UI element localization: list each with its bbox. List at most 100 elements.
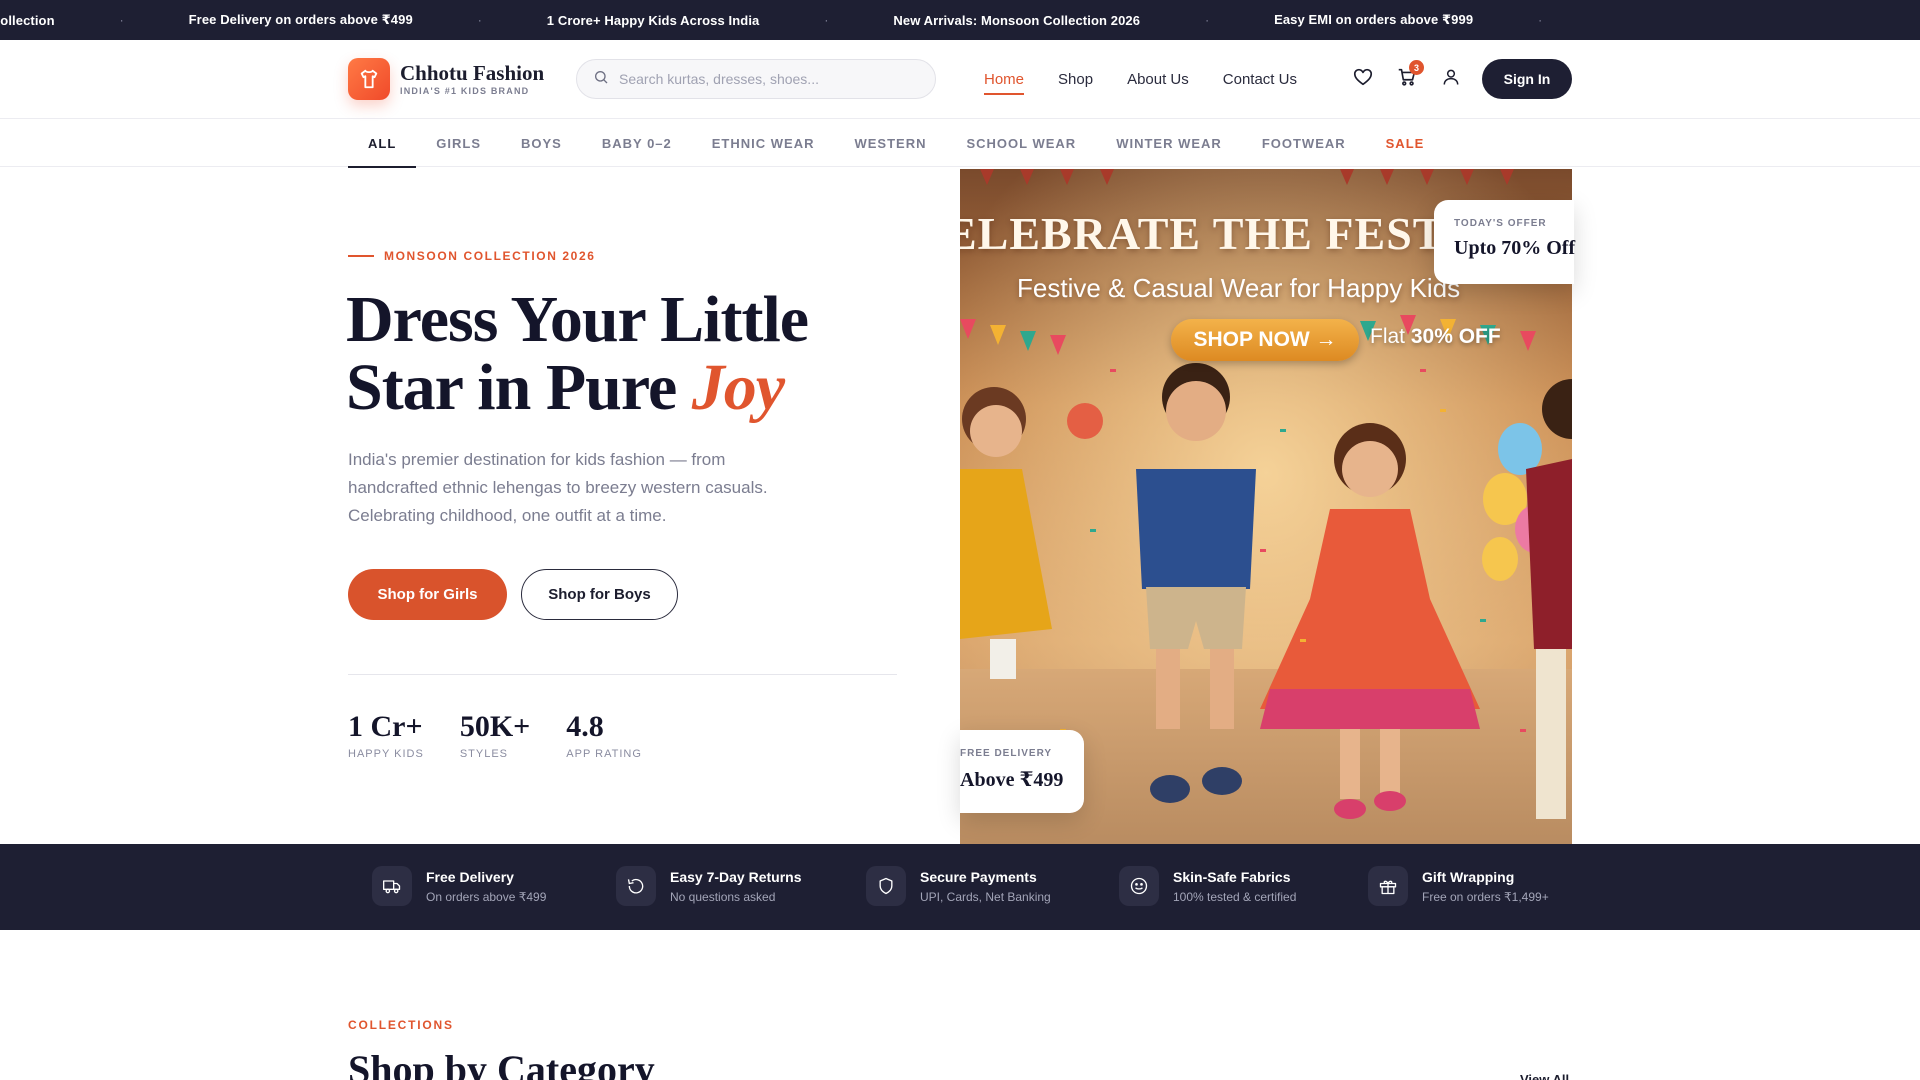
main-nav: Home Shop About Us Contact Us bbox=[984, 40, 1331, 119]
hero-divider bbox=[348, 674, 897, 675]
feature-text: Secure Payments UPI, Cards, Net Banking bbox=[920, 869, 1051, 904]
hero-title-accent: Joy bbox=[691, 351, 785, 424]
banner-offer-prefix: Flat bbox=[1370, 325, 1411, 348]
smile-icon bbox=[1119, 866, 1159, 906]
heart-icon bbox=[1352, 66, 1374, 93]
brand-logo[interactable]: Chhotu Fashion INDIA'S #1 KIDS BRAND bbox=[348, 58, 544, 100]
nav-shop[interactable]: Shop bbox=[1058, 71, 1093, 88]
shop-for-boys-button[interactable]: Shop for Boys bbox=[521, 569, 678, 620]
feature-title: Easy 7-Day Returns bbox=[670, 868, 802, 885]
site-header: Chhotu Fashion INDIA'S #1 KIDS BRAND Hom… bbox=[0, 40, 1920, 119]
collections-eyebrow: COLLECTIONS bbox=[348, 1018, 454, 1032]
announcement-separator: · bbox=[1205, 13, 1210, 27]
shop-for-girls-button[interactable]: Shop for Girls bbox=[348, 569, 507, 620]
stat-app-rating: 4.8 APP RATING bbox=[566, 710, 642, 760]
collections-title: Shop by Category bbox=[348, 1047, 655, 1080]
cart-button[interactable]: 3 bbox=[1394, 60, 1424, 92]
hero-title: Dress Your Little Star in Pure Joy bbox=[346, 286, 906, 422]
delivery-card-value: Above ₹499 bbox=[960, 769, 1064, 791]
feature-text: Free Delivery On orders above ₹499 bbox=[426, 869, 546, 904]
view-all-link[interactable]: View All bbox=[1520, 1072, 1569, 1080]
stat-label: STYLES bbox=[459, 748, 509, 760]
feature-easy-returns: Easy 7-Day Returns No questions asked bbox=[616, 866, 802, 906]
category-tab-girls[interactable]: GIRLS bbox=[416, 119, 501, 167]
category-tab-sale[interactable]: SALE bbox=[1366, 119, 1445, 167]
eyebrow-line bbox=[348, 255, 374, 257]
feature-text: Skin-Safe Fabrics 100% tested & certifie… bbox=[1173, 869, 1296, 904]
todays-offer-card: TODAY'S OFFER Upto 70% Off bbox=[1434, 200, 1576, 284]
category-tab-all[interactable]: ALL bbox=[348, 119, 417, 168]
stat-value: 4.8 bbox=[566, 710, 604, 743]
search-input[interactable] bbox=[619, 71, 919, 87]
feature-subtitle: On orders above ₹499 bbox=[426, 889, 547, 904]
tshirt-icon bbox=[348, 58, 390, 100]
feature-subtitle: No questions asked bbox=[670, 889, 776, 904]
account-button[interactable] bbox=[1438, 66, 1464, 92]
brand-name: Chhotu Fashion bbox=[400, 61, 545, 85]
feature-text: Gift Wrapping Free on orders ₹1,499+ bbox=[1422, 869, 1549, 904]
feature-subtitle: UPI, Cards, Net Banking bbox=[920, 889, 1051, 904]
feature-title: Gift Wrapping bbox=[1422, 868, 1515, 885]
announcement-item: New Arrivals: Monsoon Collection 2026 bbox=[893, 12, 1141, 28]
category-tab-western[interactable]: WESTERN bbox=[834, 119, 946, 167]
feature-title: Skin-Safe Fabrics bbox=[1173, 868, 1291, 885]
announcement-separator: · bbox=[1538, 13, 1543, 27]
announcement-item: Free Delivery on orders above ₹499 bbox=[188, 12, 413, 27]
free-delivery-card: FREE DELIVERY Above ₹499 bbox=[960, 730, 1084, 813]
category-tab-school-wear[interactable]: SCHOOL WEAR bbox=[946, 119, 1096, 167]
nav-home[interactable]: Home bbox=[984, 71, 1025, 95]
category-tab-footwear[interactable]: FOOTWEAR bbox=[1242, 119, 1366, 167]
return-icon bbox=[616, 866, 656, 906]
offer-card-value: Upto 70% Off bbox=[1454, 237, 1576, 259]
feature-skin-safe-fabrics: Skin-Safe Fabrics 100% tested & certifie… bbox=[1119, 866, 1296, 906]
category-tabs: ALL GIRLS BOYS BABY 0–2 ETHNIC WEAR WEST… bbox=[348, 119, 1445, 168]
banner-subheading: Festive & Casual Wear for Happy Kids bbox=[1017, 273, 1461, 303]
feature-secure-payments: Secure Payments UPI, Cards, Net Banking bbox=[866, 866, 1051, 906]
hero-eyebrow: MONSOON COLLECTION 2026 bbox=[348, 249, 596, 263]
feature-text: Easy 7-Day Returns No questions asked bbox=[670, 869, 802, 904]
feature-free-delivery: Free Delivery On orders above ₹499 bbox=[372, 866, 546, 906]
category-tab-boys[interactable]: BOYS bbox=[501, 119, 582, 167]
features-strip: Free Delivery On orders above ₹499 Easy … bbox=[0, 844, 1920, 930]
banner-offer-value: 30% OFF bbox=[1410, 325, 1501, 348]
sign-in-button[interactable]: Sign In bbox=[1482, 59, 1572, 99]
hero-stats: 1 Cr+ HAPPY KIDS 50K+ STYLES 4.8 APP RAT… bbox=[348, 710, 678, 760]
stat-value: 50K+ bbox=[459, 710, 531, 743]
nav-contact-us[interactable]: Contact Us bbox=[1223, 71, 1297, 88]
category-tab-baby[interactable]: BABY 0–2 bbox=[582, 119, 692, 167]
search-bar bbox=[576, 59, 936, 99]
user-icon bbox=[1441, 67, 1461, 92]
truck-icon bbox=[372, 866, 412, 906]
announcement-separator: · bbox=[824, 13, 829, 27]
category-bar: ALL GIRLS BOYS BABY 0–2 ETHNIC WEAR WEST… bbox=[0, 119, 1920, 168]
nav-about-us[interactable]: About Us bbox=[1127, 71, 1189, 88]
announcement-item: Diwali Sale — Up to 70% Off on Festive C… bbox=[0, 12, 55, 28]
banner-shop-now-button[interactable]: SHOP NOW → bbox=[1171, 319, 1359, 361]
brand-tagline: INDIA'S #1 KIDS BRAND bbox=[400, 86, 530, 96]
stat-label: HAPPY KIDS bbox=[348, 748, 424, 760]
wishlist-button[interactable] bbox=[1350, 66, 1376, 92]
feature-gift-wrapping: Gift Wrapping Free on orders ₹1,499+ bbox=[1368, 866, 1549, 906]
announcement-track: Diwali Sale — Up to 70% Off on Festive C… bbox=[0, 0, 1607, 40]
announcement-bar: Diwali Sale — Up to 70% Off on Festive C… bbox=[0, 0, 1920, 40]
hero-title-line1: Dress Your Little bbox=[346, 283, 809, 356]
stat-styles: 50K+ STYLES bbox=[460, 710, 530, 760]
feature-title: Free Delivery bbox=[426, 868, 514, 885]
gift-icon bbox=[1368, 866, 1408, 906]
announcement-item: 1 Crore+ Happy Kids Across India bbox=[546, 12, 760, 28]
feature-subtitle: 100% tested & certified bbox=[1173, 889, 1297, 904]
hero-eyebrow-text: MONSOON COLLECTION 2026 bbox=[384, 249, 596, 263]
feature-title: Secure Payments bbox=[920, 868, 1037, 885]
category-tab-ethnic-wear[interactable]: ETHNIC WEAR bbox=[692, 119, 835, 167]
hero-description: India's premier destination for kids fas… bbox=[348, 450, 768, 525]
hero-title-line2-prefix: Star in Pure bbox=[346, 351, 692, 424]
offer-card-label: TODAY'S OFFER bbox=[1454, 218, 1547, 229]
shield-icon bbox=[866, 866, 906, 906]
cart-count-badge: 3 bbox=[1409, 60, 1424, 75]
announcement-separator: · bbox=[119, 13, 124, 27]
banner-offer: Flat 30% OFF bbox=[1370, 325, 1501, 349]
category-tab-winter-wear[interactable]: WINTER WEAR bbox=[1096, 119, 1242, 167]
search-icon bbox=[593, 69, 609, 90]
brand-text: Chhotu Fashion INDIA'S #1 KIDS BRAND bbox=[400, 62, 544, 96]
feature-subtitle: Free on orders ₹1,499+ bbox=[1422, 889, 1549, 904]
